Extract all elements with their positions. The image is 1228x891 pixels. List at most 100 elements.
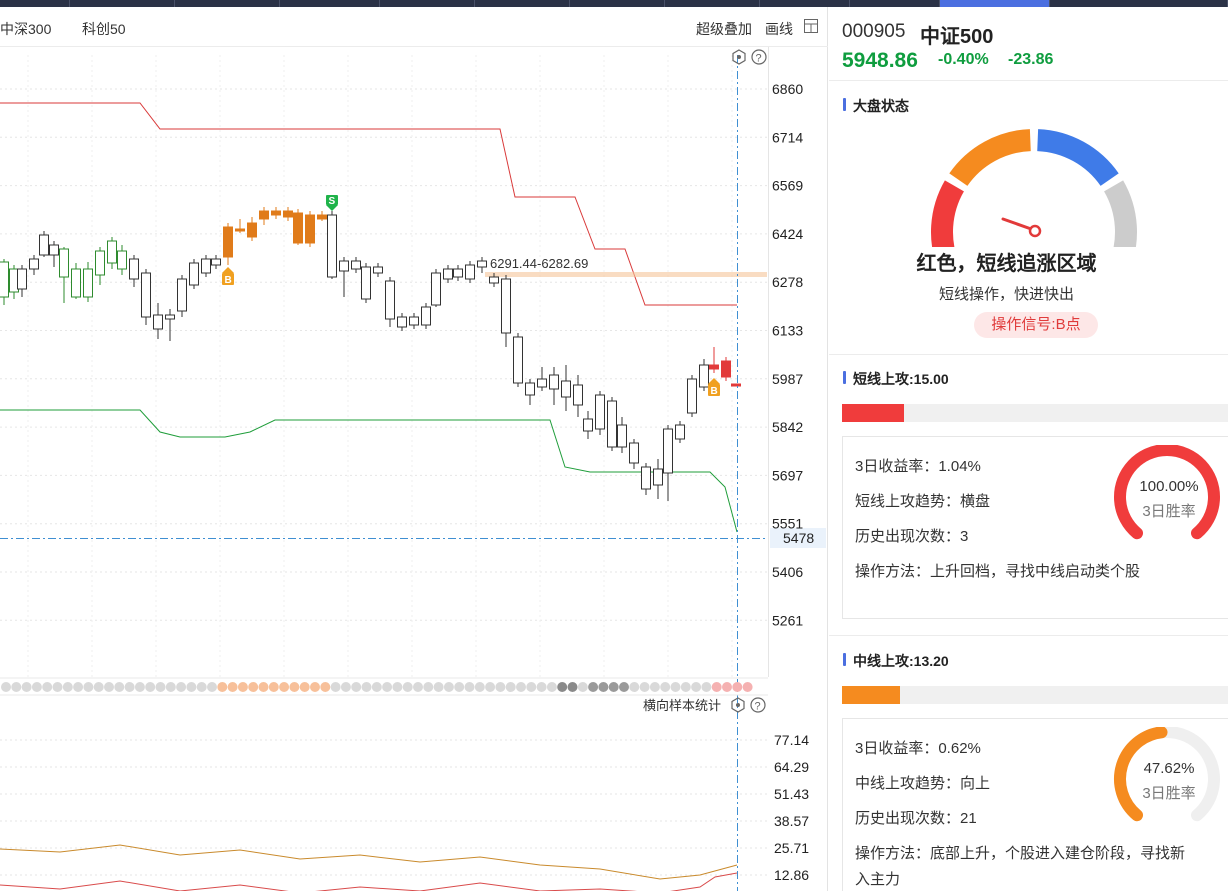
short-count: 历史出现次数：3 <box>855 528 969 545</box>
candle-body <box>641 466 651 490</box>
settings-hex-icon[interactable] <box>732 49 746 65</box>
candle-body <box>653 468 663 486</box>
state-gauge-segment <box>931 180 965 247</box>
market-state-title: 大盘状态 <box>843 96 909 116</box>
signal-dot <box>732 682 743 692</box>
candle-body <box>49 244 59 256</box>
top-tab[interactable] <box>760 0 850 7</box>
kline-chart-area[interactable]: 中深300 科创50 超级叠加 画线 6291.44-6282.69 BSB 5… <box>0 7 828 891</box>
signal-dot <box>62 682 73 692</box>
price-tick-label: 6133 <box>772 323 803 339</box>
candle-body <box>293 212 303 244</box>
short-return: 3日收益率：1.04% <box>855 458 981 475</box>
candle-body <box>247 222 257 238</box>
index-change-value: -23.86 <box>1008 51 1054 68</box>
mid-count: 历史出现次数：21 <box>855 810 977 827</box>
signal-dot <box>711 682 722 692</box>
mid-win-rate: 47.62% <box>1143 760 1195 777</box>
mid-attack-progress-fill <box>842 686 900 704</box>
short-attack-progress-fill <box>842 404 904 422</box>
signal-dot <box>289 682 300 692</box>
marker-letter: B <box>711 386 718 397</box>
top-tab[interactable] <box>1050 0 1228 7</box>
signal-dot <box>577 682 588 692</box>
signal-dot-strip <box>1 682 753 692</box>
lower-tick-label: 38.57 <box>774 813 809 829</box>
signal-dot <box>701 682 712 692</box>
candle-body <box>39 234 49 256</box>
signal-dot <box>330 682 341 692</box>
top-tab[interactable] <box>175 0 280 7</box>
signal-dot <box>52 682 63 692</box>
lower-tick-label: 64.29 <box>774 759 809 775</box>
signal-dot <box>340 682 351 692</box>
index-price: 5948.86 <box>842 49 918 72</box>
signal-dot <box>268 682 279 692</box>
state-gauge-segment <box>949 129 1032 187</box>
signal-dot <box>619 682 629 692</box>
mid-return: 3日收益率：0.62% <box>855 740 981 757</box>
price-tick-label: 5406 <box>772 564 803 580</box>
app-root: 中深300 科创50 超级叠加 画线 6291.44-6282.69 BSB 5… <box>0 0 1228 891</box>
candle-body <box>513 336 523 384</box>
top-tab-active[interactable] <box>940 0 1050 7</box>
signal-dot <box>402 682 413 692</box>
signal-dot <box>505 682 516 692</box>
top-tab[interactable] <box>665 0 760 7</box>
candle-body <box>573 384 583 406</box>
candle-body <box>595 394 605 430</box>
signal-dot <box>464 682 475 692</box>
signal-dot <box>485 682 496 692</box>
signal-dot <box>31 682 42 692</box>
svg-text:?: ? <box>755 701 761 713</box>
candle-body <box>201 258 211 274</box>
lower-tick-label: 12.86 <box>774 867 809 883</box>
price-tick-label: 5842 <box>772 419 803 435</box>
index-side-panel: 000905 中证500 5948.86 -0.40% -23.86 大盘状态 … <box>829 7 1228 891</box>
candle-body <box>561 380 571 398</box>
signal-dot <box>722 682 732 692</box>
candle-body <box>317 214 327 220</box>
marker-arrow <box>222 267 234 273</box>
svg-text:?: ? <box>756 53 762 65</box>
signal-dot <box>310 682 320 692</box>
lower-help-icon[interactable]: ? <box>750 697 766 713</box>
candle-body <box>537 378 547 388</box>
signal-dot <box>371 682 382 692</box>
top-tab[interactable] <box>70 0 175 7</box>
marker-letter: B <box>225 275 232 286</box>
mid-attack-progress-bar <box>842 686 1228 704</box>
candle-body <box>549 374 559 390</box>
signal-dot <box>207 682 217 692</box>
candle-body <box>0 261 9 298</box>
short-trend: 短线上攻趋势：横盘 <box>855 493 991 510</box>
signal-dot <box>660 682 671 692</box>
top-tab[interactable] <box>380 0 475 7</box>
index-name: 中证500 <box>920 26 994 48</box>
lower-axis: 77.14 64.29 51.43 38.57 25.71 12.86 <box>774 732 809 883</box>
short-attack-title: 短线上攻:15.00 <box>843 369 949 389</box>
operation-signal-badge[interactable]: 操作信号:B点 <box>974 312 1098 338</box>
index-code: 000905 <box>842 21 906 42</box>
candle-body <box>271 210 281 216</box>
top-tab[interactable] <box>280 0 380 7</box>
signal-dot <box>608 682 619 692</box>
top-tab[interactable] <box>475 0 570 7</box>
top-tab[interactable] <box>850 0 940 7</box>
candle-body <box>465 264 475 280</box>
candle-body <box>71 268 81 298</box>
marker-arrow <box>708 378 720 384</box>
signal-dot <box>320 682 331 692</box>
chart-canvas[interactable]: 6291.44-6282.69 B S B 5478 6860 6714 6569 642… <box>0 7 828 891</box>
top-tab[interactable] <box>570 0 665 7</box>
help-icon[interactable]: ? <box>751 49 767 65</box>
short-method: 操作方法：上升回档，寻找中线启动类个股 <box>855 563 1141 580</box>
signal-dot <box>680 682 691 692</box>
price-tick-label: 6569 <box>772 178 803 194</box>
signal-dot <box>227 682 238 692</box>
signal-dot <box>670 682 681 692</box>
price-tick-label: 6860 <box>772 81 803 97</box>
top-tab[interactable] <box>0 0 70 7</box>
signal-dot <box>248 682 259 692</box>
lower-line-orange <box>0 844 738 880</box>
